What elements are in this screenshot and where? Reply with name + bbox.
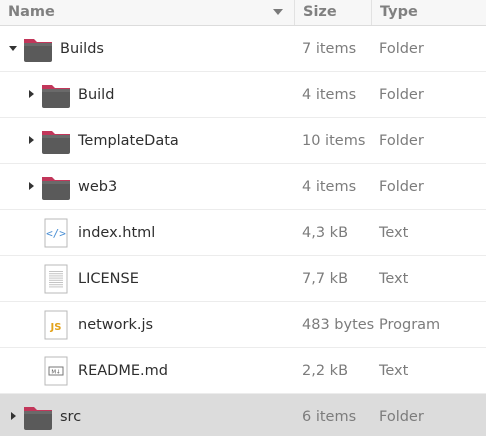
- javascript-file-icon: JS: [40, 309, 72, 341]
- folder-row[interactable]: TemplateData 10 items Folder: [0, 118, 486, 164]
- expander-open-icon[interactable]: [9, 46, 17, 51]
- file-size: 10 items: [302, 133, 366, 149]
- file-name: TemplateData: [78, 133, 179, 149]
- file-name: LICENSE: [78, 271, 139, 287]
- file-size: 4 items: [302, 179, 357, 195]
- file-type: Folder: [379, 409, 424, 425]
- folder-row[interactable]: Builds 7 items Folder: [0, 26, 486, 72]
- folder-icon: [40, 79, 72, 111]
- file-type: Folder: [379, 87, 424, 103]
- file-type: Folder: [379, 133, 424, 149]
- svg-text:M↓: M↓: [51, 369, 60, 376]
- text-file-icon: [40, 263, 72, 295]
- file-name: README.md: [78, 363, 168, 379]
- file-row[interactable]: LICENSE 7,7 kB Text: [0, 256, 486, 302]
- file-row[interactable]: JS network.js 483 bytes Program: [0, 302, 486, 348]
- file-size: 6 items: [302, 409, 357, 425]
- file-name: index.html: [78, 225, 156, 241]
- file-type: Program: [379, 317, 441, 333]
- html-file-icon: </>: [40, 217, 72, 249]
- folder-icon: [40, 125, 72, 157]
- folder-icon: [40, 171, 72, 203]
- folder-icon: [22, 401, 54, 433]
- svg-text:JS: JS: [50, 322, 62, 333]
- folder-row[interactable]: Build 4 items Folder: [0, 72, 486, 118]
- file-size: 7,7 kB: [302, 271, 349, 287]
- file-name: network.js: [78, 317, 154, 333]
- file-name: Builds: [60, 41, 104, 57]
- file-type: Text: [379, 271, 409, 287]
- expander-closed-icon[interactable]: [29, 182, 34, 190]
- file-name: web3: [78, 179, 118, 195]
- file-type: Folder: [379, 41, 424, 57]
- expander-closed-icon[interactable]: [11, 412, 16, 420]
- file-row[interactable]: M↓ README.md 2,2 kB Text: [0, 348, 486, 394]
- sort-descending-icon[interactable]: [273, 9, 283, 15]
- column-header-type[interactable]: Type: [371, 0, 486, 25]
- file-size: 483 bytes: [302, 317, 375, 333]
- file-type: Text: [379, 363, 409, 379]
- file-type: Text: [379, 225, 409, 241]
- column-header-name[interactable]: Name: [0, 0, 294, 25]
- svg-text:</>: </>: [46, 227, 66, 240]
- folder-row[interactable]: src 6 items Folder: [0, 394, 486, 436]
- file-list-view: Name Size Type Builds 7 items Folder Build 4…: [0, 0, 486, 436]
- file-name: src: [60, 409, 82, 425]
- folder-row[interactable]: web3 4 items Folder: [0, 164, 486, 210]
- expander-closed-icon[interactable]: [29, 136, 34, 144]
- markdown-file-icon: M↓: [40, 355, 72, 387]
- column-header-bar: Name Size Type: [0, 0, 486, 26]
- file-size: 2,2 kB: [302, 363, 349, 379]
- file-size: 4,3 kB: [302, 225, 349, 241]
- expander-closed-icon[interactable]: [29, 90, 34, 98]
- file-size: 7 items: [302, 41, 357, 57]
- column-header-size[interactable]: Size: [294, 0, 371, 25]
- file-type: Folder: [379, 179, 424, 195]
- file-size: 4 items: [302, 87, 357, 103]
- file-row[interactable]: </> index.html 4,3 kB Text: [0, 210, 486, 256]
- file-name: Build: [78, 87, 115, 103]
- folder-icon: [22, 33, 54, 65]
